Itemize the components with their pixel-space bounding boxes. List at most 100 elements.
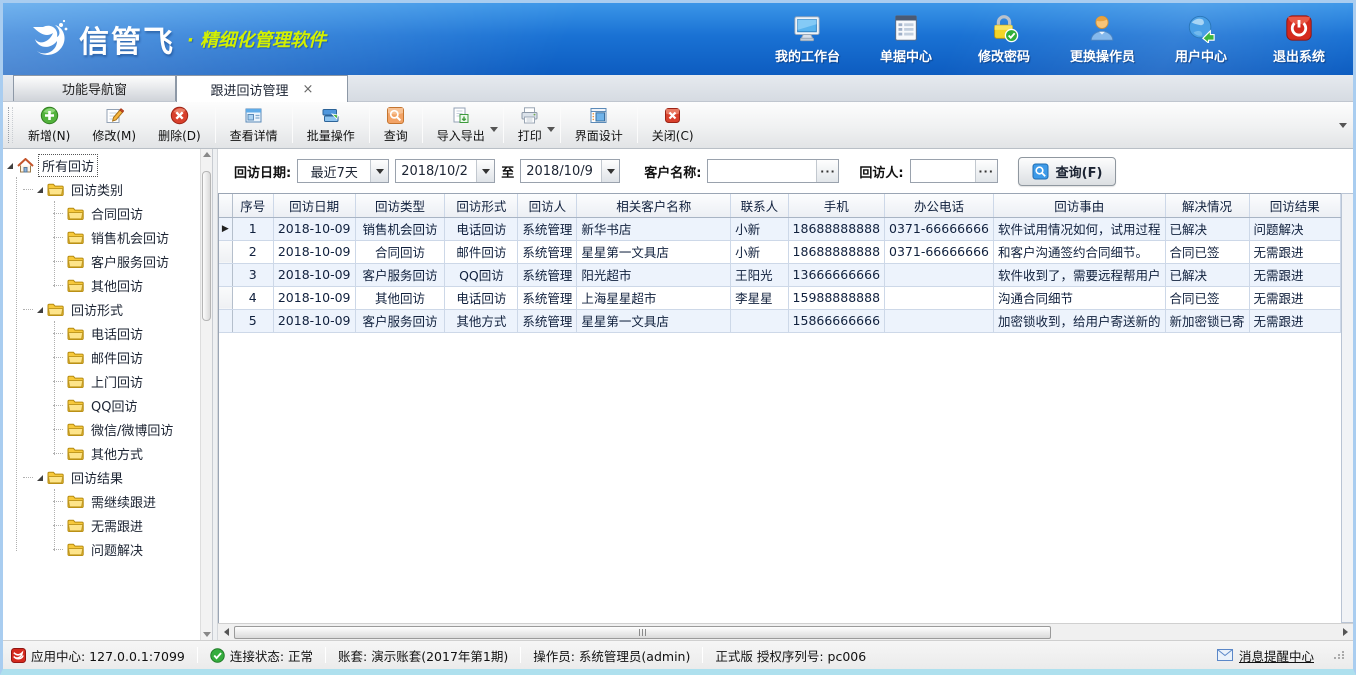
tree-item[interactable]: 无需跟进 <box>53 513 200 537</box>
table-row[interactable]: 22018-10-09合同回访邮件回访系统管理星星第一文具店小新18688888… <box>219 240 1341 263</box>
horizontal-scrollbar-thumb[interactable] <box>234 626 1051 639</box>
table-cell: 其他方式 <box>445 309 518 332</box>
visitor-input[interactable] <box>911 160 975 182</box>
tree-expander-icon[interactable] <box>37 475 43 481</box>
tree-root-all-visits[interactable]: 所有回访 <box>7 153 200 177</box>
column-header[interactable]: 回访类型 <box>355 194 445 217</box>
nav-document-center[interactable]: 单据中心 <box>874 13 938 65</box>
nav-exit-system[interactable]: 退出系统 <box>1267 13 1331 65</box>
view-detail-button[interactable]: 查看详情 <box>219 103 289 147</box>
close-button[interactable]: 关闭(C) <box>641 103 705 147</box>
column-header[interactable]: 序号 <box>232 194 273 217</box>
grid-horizontal-scrollbar[interactable] <box>218 623 1353 640</box>
tree-item[interactable]: 其他回访 <box>53 273 200 297</box>
scroll-up-icon[interactable] <box>203 152 211 157</box>
combo-dropdown-button[interactable] <box>476 160 494 182</box>
tab-followup-visit-management[interactable]: 跟进回访管理 × <box>176 75 348 102</box>
tree-item[interactable]: 上门回访 <box>53 369 200 393</box>
import-export-dropdown[interactable] <box>490 119 498 132</box>
tree-scrollbar-thumb[interactable] <box>202 171 211 321</box>
delete-button[interactable]: 删除(D) <box>147 103 212 147</box>
toolbar-overflow-button[interactable] <box>1339 123 1349 128</box>
message-center-link[interactable]: 消息提醒中心 <box>1239 646 1314 665</box>
column-header[interactable]: 手机 <box>788 194 884 217</box>
delete-icon <box>170 106 189 125</box>
folder-icon <box>67 518 84 533</box>
nav-my-workbench[interactable]: 我的工作台 <box>775 13 840 65</box>
table-row[interactable]: 52018-10-09客户服务回访其他方式系统管理星星第一文具店15866666… <box>219 309 1341 332</box>
tree-item[interactable]: 问题解决 <box>53 537 200 561</box>
column-header[interactable]: 办公电话 <box>885 194 994 217</box>
date-from-picker[interactable]: 2018/10/2 <box>395 159 495 183</box>
table-cell: 星星第一文具店 <box>577 240 731 263</box>
table-cell: 0371-66666666 <box>885 240 994 263</box>
table-row[interactable]: 32018-10-09客户服务回访QQ回访系统管理阳光超市王阳光13666666… <box>219 263 1341 286</box>
combo-dropdown-button[interactable] <box>601 160 619 182</box>
customer-name-input[interactable] <box>708 160 816 182</box>
import-export-button[interactable]: 导入导出 <box>426 103 496 147</box>
tree-expander-icon[interactable] <box>7 163 13 169</box>
tree-scrollbar[interactable] <box>200 149 212 640</box>
tree-item[interactable]: 邮件回访 <box>53 345 200 369</box>
table-cell: 加密锁收到，给用户寄送新的 <box>993 309 1165 332</box>
ui-design-button[interactable]: 界面设计 <box>564 103 634 147</box>
tree-item[interactable]: 合同回访 <box>53 201 200 225</box>
customer-lookup-button[interactable]: ··· <box>816 160 838 182</box>
tree-group-0[interactable]: 回访类别 <box>23 177 200 201</box>
tree-item[interactable]: 销售机会回访 <box>53 225 200 249</box>
table-row[interactable]: 42018-10-09其他回访电话回访系统管理上海星星超市李星星15988888… <box>219 286 1341 309</box>
tree-group-2[interactable]: 回访结果 <box>23 465 200 489</box>
tree-expander-icon[interactable] <box>37 187 43 193</box>
chevron-down-icon <box>490 127 498 132</box>
table-row[interactable]: ▶12018-10-09销售机会回访电话回访系统管理新华书店小新18688888… <box>219 217 1341 240</box>
visitor-lookup-button[interactable]: ··· <box>975 160 997 182</box>
column-header[interactable]: 解决情况 <box>1165 194 1249 217</box>
edit-button[interactable]: 修改(M) <box>81 103 147 147</box>
tree-group-1[interactable]: 回访形式 <box>23 297 200 321</box>
query-button[interactable]: 查询 <box>373 103 419 147</box>
column-header[interactable]: 回访结果 <box>1249 194 1340 217</box>
tree-item[interactable]: QQ回访 <box>53 393 200 417</box>
combo-dropdown-button[interactable] <box>370 160 388 182</box>
tab-function-navigator[interactable]: 功能导航窗 <box>13 75 176 101</box>
scroll-down-icon[interactable] <box>203 632 211 637</box>
scroll-left-icon[interactable] <box>218 624 234 640</box>
column-header[interactable]: 回访形式 <box>445 194 518 217</box>
add-button[interactable]: 新增(N) <box>17 103 81 147</box>
visit-category-tree: 所有回访回访类别合同回访销售机会回访客户服务回访其他回访回访形式电话回访邮件回访… <box>3 149 200 640</box>
column-header[interactable]: 回访事由 <box>993 194 1165 217</box>
batch-operation-button[interactable]: 批量操作 <box>296 103 366 147</box>
resize-grip[interactable] <box>1334 651 1345 659</box>
tab-close-icon[interactable]: × <box>303 82 314 97</box>
table-cell: 2 <box>232 240 273 263</box>
date-to-picker[interactable]: 2018/10/9 <box>520 159 620 183</box>
search-button[interactable]: 查询(F) <box>1018 157 1117 186</box>
tree-expander-icon[interactable] <box>37 307 43 313</box>
tree-item[interactable]: 电话回访 <box>53 321 200 345</box>
column-header[interactable]: 联系人 <box>731 194 788 217</box>
tree-item[interactable]: 客户服务回访 <box>53 249 200 273</box>
scroll-right-icon[interactable] <box>1337 624 1353 640</box>
brand-name: 信管飞 <box>79 17 175 61</box>
column-header[interactable]: 回访日期 <box>273 194 355 217</box>
nav-change-password[interactable]: 修改密码 <box>972 13 1036 65</box>
table-cell: 3 <box>232 263 273 286</box>
folder-icon <box>67 350 84 365</box>
print-dropdown[interactable] <box>547 119 555 132</box>
date-preset-combo[interactable]: 最近7天 <box>297 159 389 183</box>
table-cell: QQ回访 <box>445 263 518 286</box>
column-header[interactable]: 相关客户名称 <box>577 194 731 217</box>
tree-item[interactable]: 需继续跟进 <box>53 489 200 513</box>
row-indicator-header <box>219 194 232 217</box>
folder-icon <box>67 326 84 341</box>
toolbar-grip[interactable] <box>8 107 13 143</box>
tree-item[interactable]: 微信/微博回访 <box>53 417 200 441</box>
column-header[interactable]: 回访人 <box>518 194 577 217</box>
status-separator <box>325 647 326 663</box>
nav-user-center[interactable]: 用户中心 <box>1169 13 1233 65</box>
table-cell: 已解决 <box>1165 263 1249 286</box>
row-indicator-cell <box>219 309 232 332</box>
grid-vertical-scrollbar[interactable] <box>1341 193 1353 623</box>
tree-item[interactable]: 其他方式 <box>53 441 200 465</box>
nav-switch-operator[interactable]: 更换操作员 <box>1070 13 1135 65</box>
